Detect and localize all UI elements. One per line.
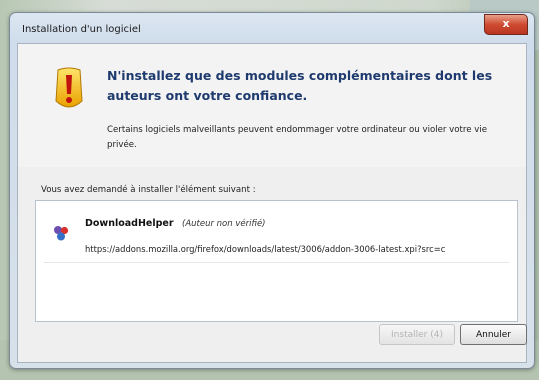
addon-url: https://addons.mozilla.org/firefox/downl… — [85, 244, 446, 254]
addon-list: DownloadHelper (Auteur non vérifié) http… — [35, 200, 518, 322]
row-divider — [44, 262, 509, 263]
request-label: Vous avez demandé à installer l'élément … — [41, 185, 256, 195]
dialog-body: N'installez que des modules complémentai… — [17, 43, 527, 363]
close-icon: x — [502, 17, 510, 30]
addon-name: DownloadHelper — [85, 218, 174, 229]
install-dialog: Installation d'un logiciel x N'installez… — [9, 12, 535, 369]
dialog-title: Installation d'un logiciel — [22, 24, 141, 35]
warning-icon — [55, 67, 83, 108]
addon-author-note: (Auteur non vérifié) — [182, 219, 266, 229]
install-button[interactable]: Installer (4) — [379, 324, 455, 345]
addon-icon — [54, 226, 69, 241]
list-item[interactable]: DownloadHelper (Auteur non vérifié) http… — [36, 201, 517, 263]
warning-subtext: Certains logiciels malveillants peuvent … — [107, 125, 487, 150]
warning-headline: N'installez que des modules complémentai… — [107, 68, 493, 103]
close-button[interactable]: x — [484, 14, 528, 35]
warning-panel: N'installez que des modules complémentai… — [18, 44, 526, 167]
cancel-button[interactable]: Annuler — [460, 324, 527, 345]
